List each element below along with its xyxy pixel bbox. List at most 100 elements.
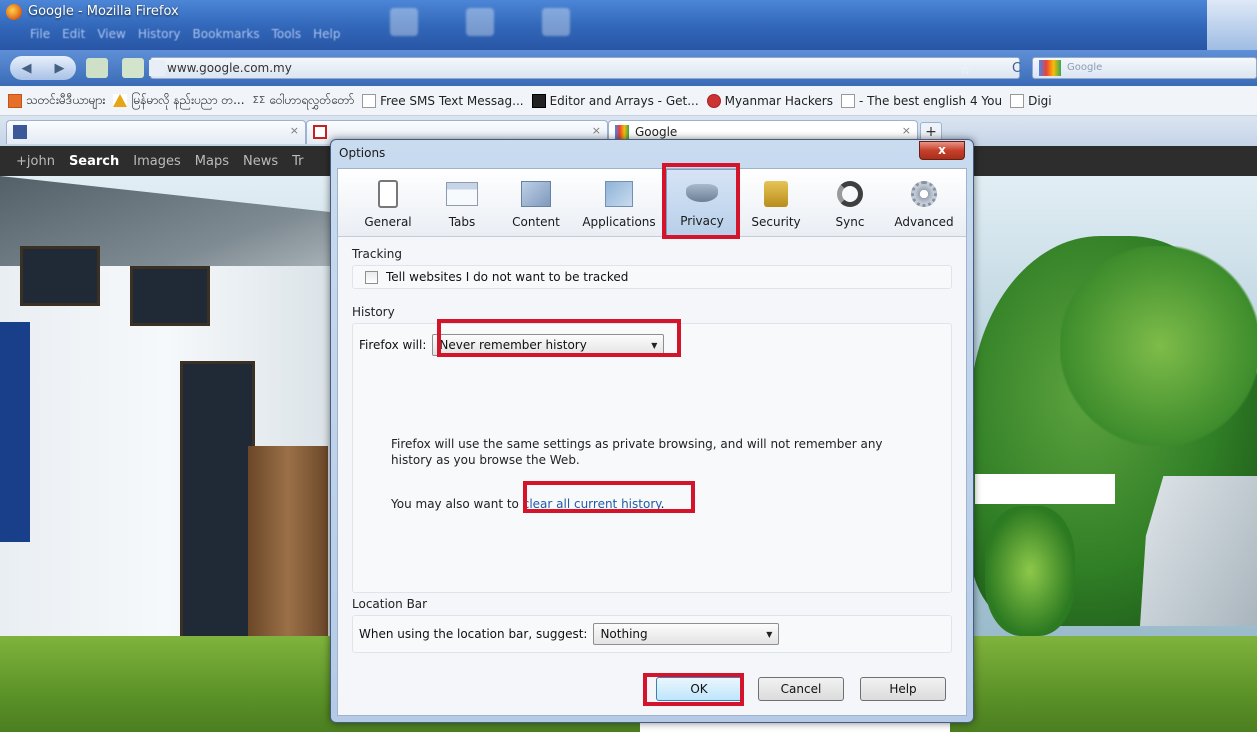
tab-label: Google [635,125,678,139]
bookmark-label: Editor and Arrays - Get... [549,93,699,108]
history-group: History Firefox will: Never remember his… [352,305,952,593]
close-tab-icon[interactable]: × [592,124,601,137]
options-dialog: Options x General Tabs Content Applicati… [330,139,974,723]
location-bar-select[interactable]: Nothing ▼ [593,623,780,645]
do-not-track-checkbox[interactable] [365,270,378,284]
clear-history-row: You may also want to clear all current h… [391,496,664,512]
bookmark-item[interactable]: မြန်မာလို နည်းပညာ တ... [113,92,245,110]
clear-history-suffix: . [660,497,665,511]
dialog-body: General Tabs Content Applications Privac… [337,168,967,716]
forward-arrow-icon[interactable]: ▶ [55,61,65,76]
search-bar[interactable]: Google [1032,57,1257,79]
history-frame: Firefox will: Never remember history ▼ F… [352,323,952,593]
blue-panel [0,322,30,542]
bookmark-triangle-icon [113,94,128,107]
history-description: Firefox will use the same settings as pr… [391,437,883,467]
pane-applications[interactable]: Applications [574,169,664,237]
bookmark-item[interactable]: Free SMS Text Messag... [362,93,524,108]
pane-label: Sync [835,215,865,229]
clear-history-link[interactable]: clear all current history [523,497,661,511]
pane-security[interactable]: Security [740,169,812,237]
back-forward-buttons[interactable]: ◀ ▶ [10,56,76,80]
bookmark-label: Digi [1028,93,1052,108]
tabs-icon-shape [446,182,478,206]
back-arrow-icon[interactable]: ◀ [22,61,32,76]
general-icon-shape [378,180,398,208]
pane-label: Advanced [894,215,954,229]
url-bar[interactable]: www.google.com.my [149,57,1020,79]
bookmark-item[interactable]: သတင်းမီဒီယာများ [8,92,105,110]
menu-help[interactable]: Help [313,27,340,41]
tracking-group: Tracking Tell websites I do not want to … [352,247,952,289]
building-window [20,246,100,306]
pane-general[interactable]: General [352,169,424,237]
bookmark-item[interactable]: ΣΣ ဝေါဟာရလွှတ်တော် [253,92,355,110]
google-bar-item[interactable]: Tr [292,154,303,169]
close-tab-icon[interactable]: × [290,124,299,137]
menu-file[interactable]: File [30,27,50,41]
gmail-icon [313,125,327,139]
bookmark-label: မြန်မာလို နည်းပညာ တ... [131,92,245,107]
menu-bookmarks[interactable]: Bookmarks [193,27,260,41]
bookmark-label: Myanmar Hackers [724,93,833,108]
google-icon [615,125,629,139]
pane-tabs[interactable]: Tabs [426,169,498,237]
bookmark-label: ဝေါဟာရလွှတ်တော် [269,92,355,107]
sync-icon-shape [837,181,863,207]
padlock-icon [760,179,792,209]
menu-tools[interactable]: Tools [272,27,302,41]
reload-icon[interactable]: C [1012,61,1021,76]
applications-icon-shape [605,181,633,207]
google-bar-item[interactable]: Maps [195,154,229,169]
menu-edit[interactable]: Edit [62,27,85,41]
menu-history[interactable]: History [138,27,181,41]
do-not-track-label: Tell websites I do not want to be tracke… [386,270,629,284]
menu-view[interactable]: View [97,27,125,41]
bookmark-label: သတင်းမီဒီယာများ [26,92,106,107]
do-not-track-row[interactable]: Tell websites I do not want to be tracke… [353,266,951,288]
privacy-mask-icon-shape [686,184,718,202]
bookmark-label: - The best english 4 You [858,93,1003,108]
pane-advanced[interactable]: Advanced [888,169,960,237]
google-search-engine-icon[interactable] [1039,60,1061,76]
pane-label: Applications [582,215,656,229]
pane-privacy[interactable]: Privacy [666,169,738,237]
rock-image [1140,476,1257,626]
pane-content[interactable]: Content [500,169,572,237]
window-corner [1207,0,1257,50]
site-identity-icon[interactable] [122,58,144,78]
tracking-frame: Tell websites I do not want to be tracke… [352,265,952,289]
bookmark-item[interactable]: Editor and Arrays - Get... [531,93,699,108]
navigation-toolbar: ◀ ▶ www.google.com.my ☆ C Google [0,50,1257,86]
pane-label: Tabs [448,215,476,229]
google-search-box[interactable] [975,474,1115,504]
bookmark-item[interactable]: Myanmar Hackers [706,93,833,108]
google-bar-item[interactable]: News [243,154,278,169]
pane-sync[interactable]: Sync [814,169,886,237]
bookmark-red-icon [706,93,721,108]
page-icon [840,93,855,108]
bookmark-orange-icon [8,93,22,108]
tab-facebook[interactable]: × [6,120,306,144]
chevron-down-icon: ▼ [651,340,658,350]
ok-button[interactable]: OK [656,677,742,701]
gear-icon-shape [911,181,937,207]
cancel-button[interactable]: Cancel [758,677,844,701]
google-bar-item-active[interactable]: Search [69,154,119,169]
firefox-logo-icon [6,4,22,20]
tabs-icon [446,179,478,209]
dialog-close-button[interactable]: x [919,141,965,160]
bookmark-item[interactable]: Digi [1010,93,1052,108]
close-tab-icon[interactable]: × [902,124,911,137]
history-mode-select[interactable]: Never remember history ▼ [432,334,665,356]
bookmark-text-logo-icon: ΣΣ [252,95,266,106]
bookmark-dark-icon [531,93,546,108]
bookmark-item[interactable]: - The best english 4 You [840,93,1003,108]
google-bar-item[interactable]: +john [16,154,55,169]
home-icon[interactable] [86,58,108,78]
help-button[interactable]: Help [860,677,946,701]
thumbnail-icon [466,8,494,36]
bookmark-star-icon[interactable]: ☆ [960,63,971,77]
google-bar-item[interactable]: Images [133,154,181,169]
location-bar-row: When using the location bar, suggest: No… [359,623,780,645]
